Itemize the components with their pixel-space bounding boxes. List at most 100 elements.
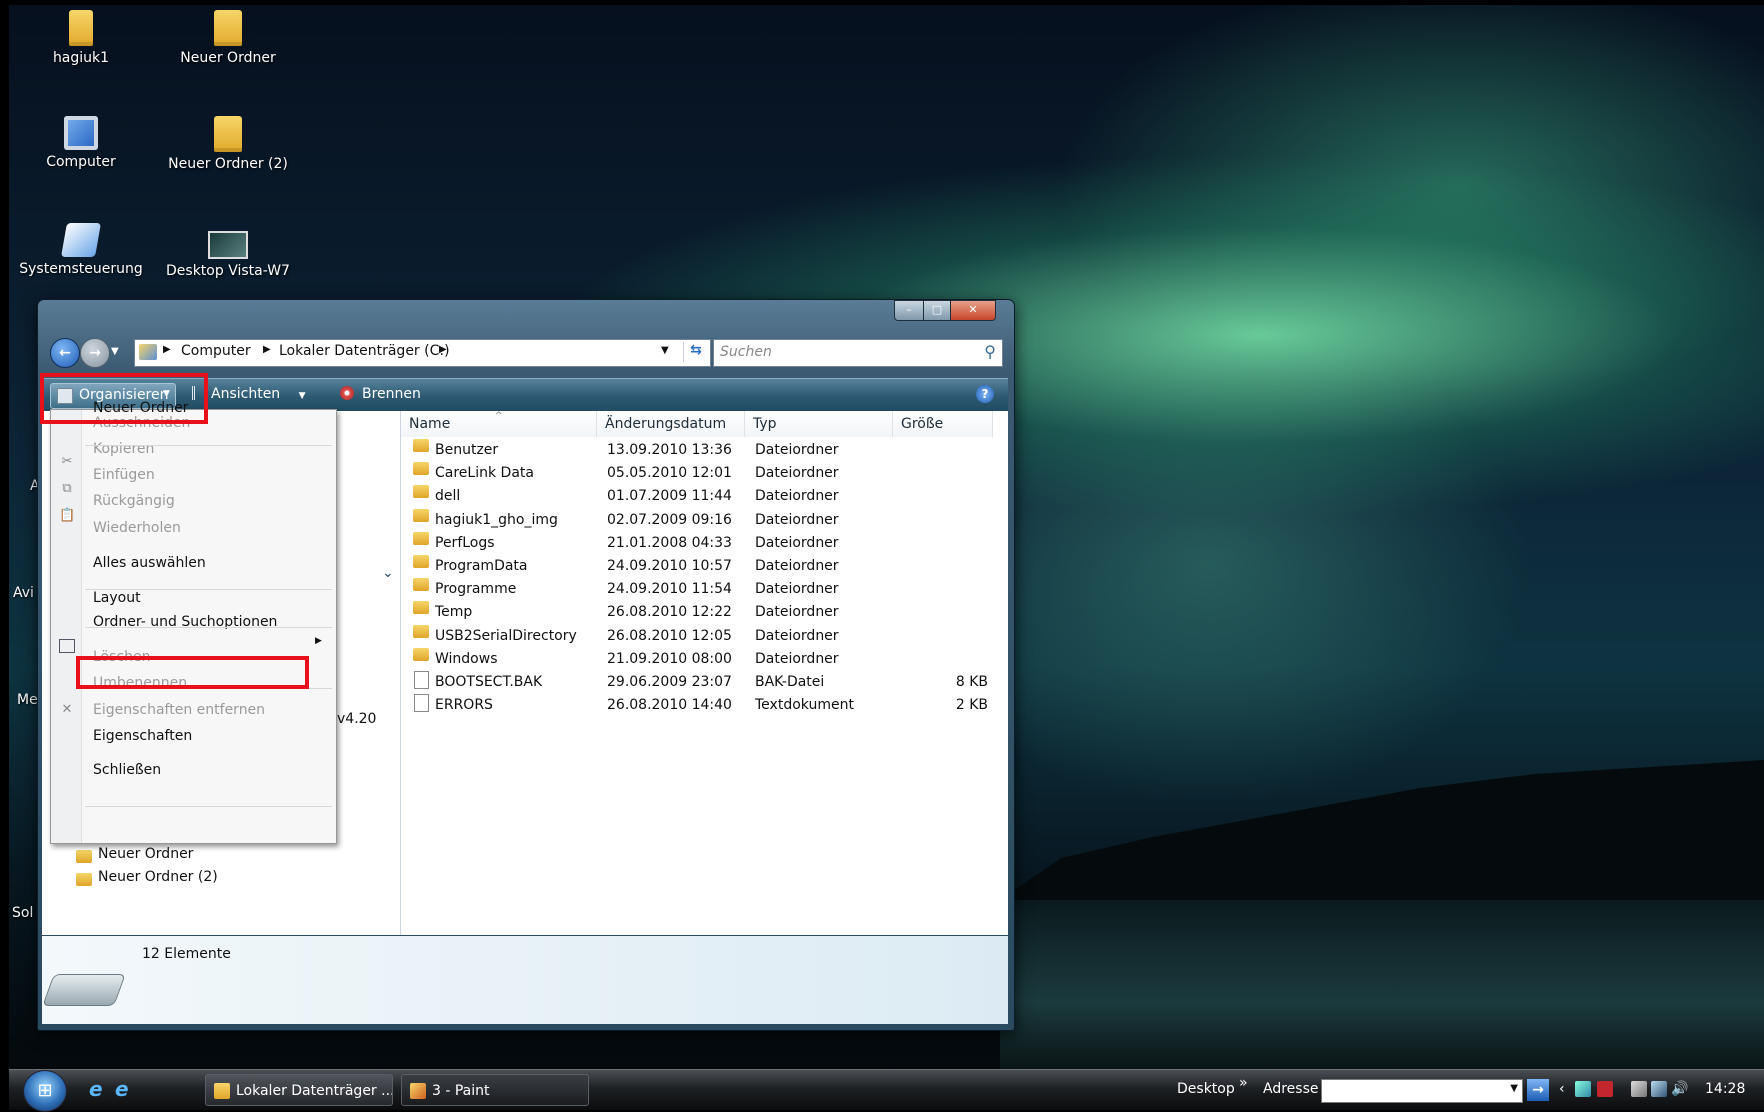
taskbar-app-explorer[interactable]: Lokaler Datenträger ... — [205, 1074, 393, 1106]
column-header-type[interactable]: Typ — [745, 411, 893, 437]
file-name: PerfLogs — [435, 534, 495, 551]
menu-item[interactable]: Layout — [93, 587, 141, 609]
column-header-date[interactable]: Änderungsdatum — [597, 411, 745, 437]
breadcrumb-local-disk[interactable]: Lokaler Datenträger (C:) — [279, 343, 450, 359]
forward-button[interactable]: → — [80, 338, 110, 368]
tree-item-label: Neuer Ordner (2) — [98, 869, 218, 885]
folder-icon — [413, 485, 429, 499]
hard-drive-icon — [42, 974, 126, 1006]
tray-app-icon[interactable] — [1631, 1081, 1647, 1097]
maximize-button[interactable]: □ — [923, 300, 951, 321]
file-icon — [414, 671, 429, 689]
desktop-icon-hagiuk1[interactable]: hagiuk1 — [16, 10, 146, 66]
clock[interactable]: 14:28 — [1705, 1081, 1745, 1097]
folder-icon — [214, 116, 242, 152]
shortcut-icon — [208, 231, 248, 259]
file-row[interactable]: dell 01.07.2009 11:44 Dateiordner — [401, 485, 1008, 508]
desktop-icon-computer[interactable]: Computer — [16, 116, 146, 170]
file-name: hagiuk1_gho_img — [435, 511, 558, 528]
taskbar-address-input[interactable]: ▼ — [1321, 1079, 1523, 1103]
chevron-down-icon[interactable]: ▼ — [1510, 1083, 1518, 1094]
menu-separator — [85, 806, 332, 807]
address-toolbar-label: Adresse — [1263, 1081, 1319, 1097]
menu-item: Wiederholen — [93, 520, 181, 536]
burn-button[interactable]: Brennen — [340, 386, 421, 402]
search-icon[interactable]: ⚲ — [984, 342, 996, 361]
file-row[interactable]: ERRORS 26.08.2010 14:40 Textdokument 2 KB — [401, 694, 1008, 717]
menu-item: Löschen — [93, 649, 151, 665]
network-icon[interactable] — [1651, 1081, 1667, 1097]
start-button[interactable]: ⊞ — [23, 1070, 67, 1112]
menu-item[interactable]: Ordner- und Suchoptionen — [93, 611, 277, 633]
file-type: BAK-Datei — [755, 674, 825, 690]
menu-item[interactable]: Alles auswählen — [93, 552, 206, 574]
file-type: Dateiordner — [755, 627, 839, 644]
volume-icon[interactable]: 🔊 — [1671, 1081, 1688, 1097]
back-button[interactable]: ← — [50, 338, 80, 368]
file-row[interactable]: hagiuk1_gho_img 02.07.2009 09:16 Dateiordn… — [401, 508, 1008, 532]
close-button[interactable]: ✕ — [950, 300, 996, 321]
breadcrumb-computer[interactable]: Computer — [181, 343, 251, 359]
views-icon — [192, 386, 205, 400]
file-row[interactable]: PerfLogs 21.01.2008 04:33 Dateiordner — [401, 531, 1008, 555]
user-folder-icon — [69, 10, 93, 46]
go-arrow-icon[interactable]: → — [1527, 1079, 1549, 1101]
desktop-icon-neuer-ordner-2[interactable]: Neuer Ordner (2) — [163, 116, 293, 172]
internet-explorer-icon[interactable]: e — [115, 1079, 135, 1099]
help-button[interactable]: ? — [976, 385, 994, 403]
search-input[interactable]: Suchen ⚲ — [713, 339, 1003, 367]
address-dropdown-icon[interactable]: ▼ — [661, 345, 669, 356]
column-header-name[interactable]: Name ^ — [401, 411, 597, 437]
file-type: Textdokument — [755, 697, 854, 714]
paint-icon — [410, 1083, 426, 1099]
file-name: USB2SerialDirectory — [435, 627, 577, 644]
menu-item[interactable]: Schließen — [93, 759, 161, 781]
refresh-icon[interactable]: ⇆ — [683, 342, 708, 362]
taskbar-app-label: Lokaler Datenträger ... — [236, 1083, 393, 1099]
file-row[interactable]: USB2SerialDirectory 26.08.2010 12:05 Datei… — [401, 624, 1008, 648]
file-row[interactable]: BOOTSECT.BAK 29.06.2009 23:07 BAK-Datei 8 K… — [401, 671, 1008, 694]
copy-icon: ⧉ — [62, 481, 72, 496]
column-header-size[interactable]: Größe — [893, 411, 993, 437]
file-name: Benutzer — [435, 442, 499, 458]
desktop-icon-desktop-vista[interactable]: Desktop Vista-W7 — [163, 223, 293, 279]
menu-item[interactable]: Eigenschaften — [93, 725, 192, 747]
desktop-icon-neuer-ordner[interactable]: Neuer Ordner — [163, 10, 293, 66]
file-name: ERRORS — [435, 697, 493, 714]
desktop-toolbar-label[interactable]: Desktop — [1177, 1081, 1235, 1097]
internet-explorer-icon[interactable]: e — [89, 1079, 109, 1099]
views-label: Ansichten — [211, 386, 281, 402]
file-name: CareLink Data — [435, 465, 534, 482]
acrobat-icon[interactable] — [1597, 1081, 1613, 1097]
file-row[interactable]: Temp 26.08.2010 12:22 Dateiordner — [401, 601, 1008, 624]
desktop-icon-systemsteuerung[interactable]: Systemsteuerung — [16, 223, 146, 277]
file-row[interactable]: Benutzer 13.09.2010 13:36 Dateiordner — [401, 439, 1008, 462]
breadcrumb-separator-icon: ▶ — [263, 344, 271, 355]
column-header-label: Änderungsdatum — [605, 416, 727, 432]
arrow-left-icon: ← — [59, 345, 71, 361]
file-row[interactable]: ProgramData 24.09.2010 10:57 Dateiordner — [401, 555, 1008, 578]
toolbar-chevron-icon[interactable]: » — [1239, 1075, 1248, 1091]
tray-expand-icon[interactable]: ‹ — [1559, 1081, 1565, 1097]
file-row[interactable]: Programme 24.09.2010 11:54 Dateiordner — [401, 578, 1008, 601]
column-header-label: Name — [409, 416, 451, 432]
address-bar[interactable]: ▶ Computer ▶ Lokaler Datenträger (C:) ▶ … — [134, 339, 711, 367]
maximize-icon: □ — [931, 303, 943, 316]
menu-separator — [85, 688, 332, 689]
file-row[interactable]: CareLink Data 05.05.2010 12:01 Dateiordner — [401, 462, 1008, 485]
file-row[interactable]: Windows 21.09.2010 08:00 Dateiordner — [401, 647, 1008, 671]
file-name: dell — [435, 488, 461, 505]
file-date: 29.06.2009 23:07 — [607, 674, 732, 690]
taskbar-app-paint[interactable]: 3 - Paint — [401, 1074, 589, 1106]
tray-app-icon[interactable] — [1575, 1081, 1591, 1097]
minimize-button[interactable]: – — [894, 300, 924, 321]
menu-separator — [85, 445, 332, 446]
history-dropdown-icon[interactable]: ▼ — [111, 346, 119, 357]
file-date: 26.08.2010 14:40 — [607, 697, 732, 714]
nav-pane-collapse-icon[interactable]: ⌄ — [382, 565, 394, 581]
windows-logo-icon: ⊞ — [37, 1080, 53, 1101]
file-list[interactable]: Name ^ Änderungsdatum Typ Größe Benutzer 1… — [401, 411, 1008, 935]
menu-separator — [85, 627, 332, 628]
views-button[interactable]: Ansichten ▼ — [192, 386, 306, 402]
folder-icon — [76, 873, 92, 886]
